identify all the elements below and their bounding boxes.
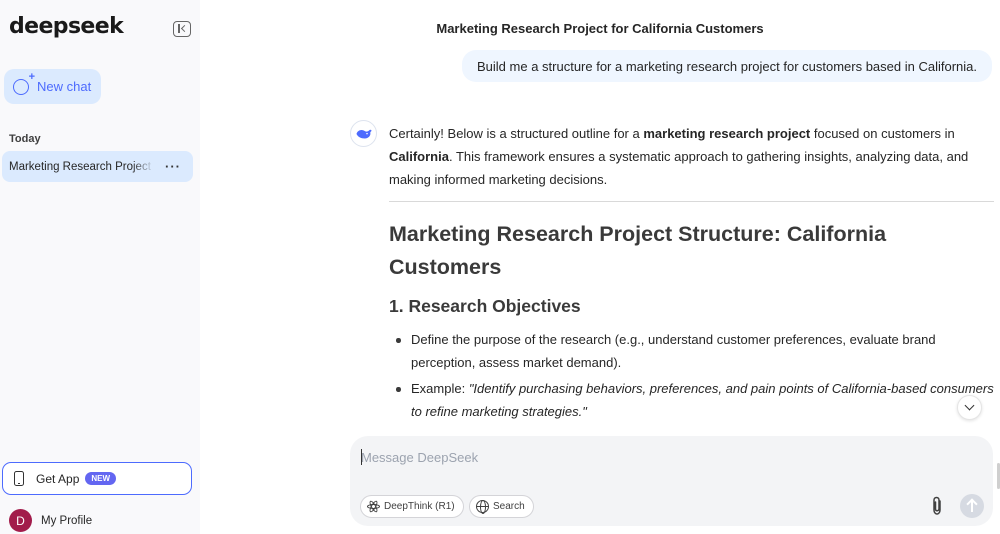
get-app-label: Get App [36, 471, 80, 486]
conversation-title: Marketing Research Project for Californi… [9, 160, 154, 173]
section-heading: 1. Research Objectives [389, 296, 581, 316]
section-today-label: Today [9, 133, 41, 145]
chat-title: Marketing Research Project for Californi… [436, 21, 764, 36]
search-button[interactable]: Search [469, 495, 534, 518]
more-icon[interactable]: ··· [165, 159, 181, 174]
atom-icon [367, 499, 380, 514]
user-message-text: Build me a structure for a marketing res… [477, 58, 977, 74]
phone-icon [14, 471, 24, 486]
list-item: Example: "Identify purchasing behaviors,… [396, 377, 994, 423]
divider [389, 201, 994, 202]
profile-label: My Profile [41, 514, 93, 527]
user-message: Build me a structure for a marketing res… [462, 50, 992, 82]
message-input-box[interactable]: Message DeepSeek DeepThink (R1) Search [350, 436, 993, 526]
conversation-item[interactable]: Marketing Research Project for Californi… [2, 151, 193, 182]
globe-icon [476, 500, 489, 514]
answer-intro: Certainly! Below is a structured outline… [389, 126, 969, 187]
new-chat-label: New chat [37, 79, 92, 94]
chevron-down-icon[interactable] [957, 395, 982, 420]
new-badge: NEW [85, 472, 117, 485]
new-chat-button[interactable]: New chat [4, 69, 101, 104]
new-chat-icon [13, 71, 35, 95]
paperclip-icon[interactable] [930, 496, 944, 516]
get-app-button[interactable]: Get App NEW [2, 462, 192, 495]
message-input[interactable]: Message DeepSeek [361, 450, 478, 465]
assistant-answer: Certainly! Below is a structured outline… [389, 122, 994, 426]
deepthink-label: DeepThink (R1) [384, 501, 455, 512]
deepthink-button[interactable]: DeepThink (R1) [360, 495, 464, 518]
whale-logo-icon [350, 120, 377, 147]
collapse-sidebar-icon[interactable] [173, 21, 191, 37]
sidebar: deepseek New chat Today Marketing Resear… [0, 0, 200, 534]
chat-main: Marketing Research Project for Californi… [200, 0, 1000, 534]
arrow-up-icon[interactable] [960, 494, 984, 518]
avatar: D [9, 509, 32, 532]
bullet-list: Define the purpose of the research (e.g.… [389, 328, 994, 423]
answer-heading: Marketing Research Project Structure: Ca… [389, 222, 887, 279]
app-logo: deepseek [9, 14, 124, 39]
list-item: Define the purpose of the research (e.g.… [396, 328, 994, 374]
profile-button[interactable]: D My Profile [9, 509, 92, 532]
search-label: Search [493, 501, 525, 512]
